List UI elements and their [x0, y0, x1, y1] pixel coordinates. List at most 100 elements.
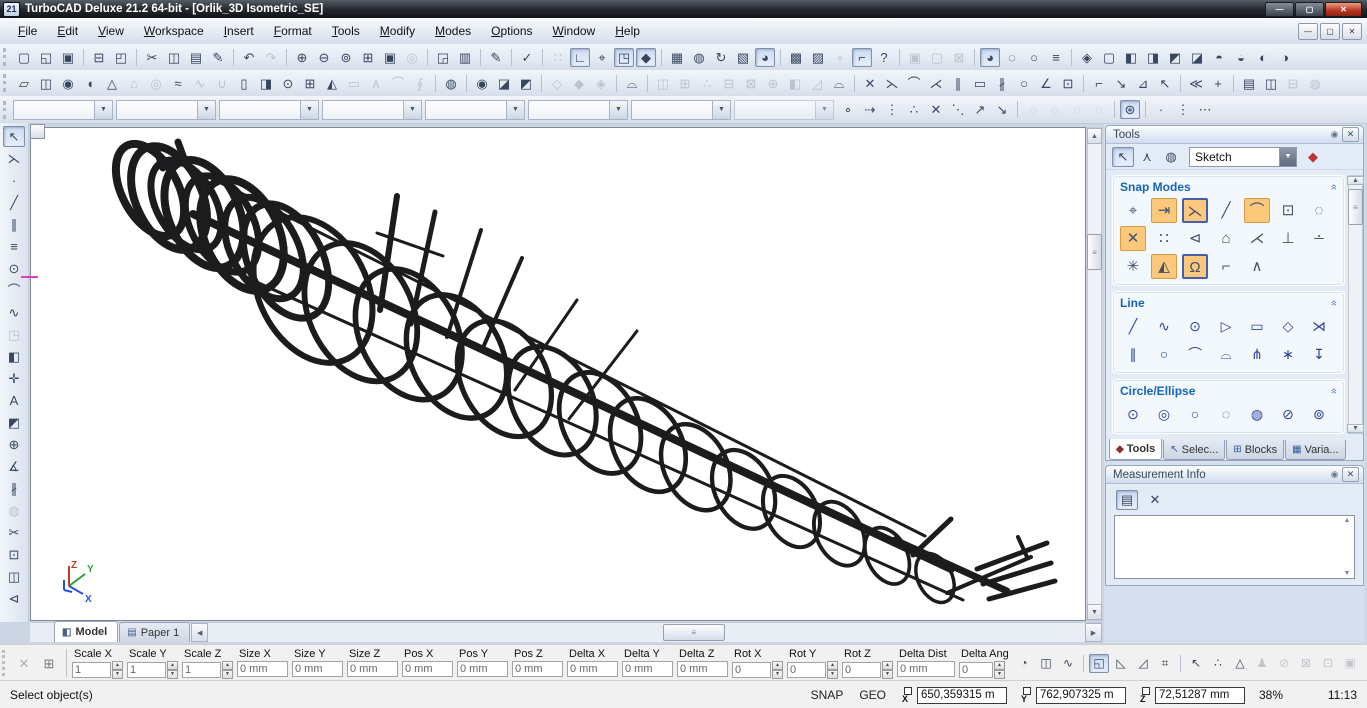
line-polyline-icon[interactable]: ∿ [1151, 314, 1177, 339]
select-back-icon[interactable]: ↖ [1186, 654, 1206, 673]
measurement-output[interactable]: ▲ ▼ [1114, 515, 1355, 579]
line-tangent-2arc-icon[interactable]: ⌓ [1213, 342, 1239, 367]
vertex-snap-icon[interactable]: ⇥ [1151, 198, 1177, 223]
style-manager-icon[interactable]: ◆ [1302, 147, 1324, 167]
cross-snap-icon[interactable]: + [1208, 74, 1228, 93]
line-circle-tangent-icon[interactable]: ⊙ [1182, 314, 1208, 339]
pyramid-icon[interactable]: ◭ [322, 74, 342, 93]
view-left-icon[interactable]: ◩ [1165, 48, 1185, 67]
minimize-button[interactable]: — [1265, 2, 1294, 17]
field-value[interactable]: 0 mm [512, 661, 563, 677]
line-normal-icon[interactable]: ↧ [1306, 342, 1332, 367]
arc-center-snap-icon[interactable]: ⌒ [1244, 198, 1270, 223]
double-line-icon[interactable]: ∦ [992, 74, 1012, 93]
image-trace-icon[interactable]: ▨ [808, 48, 828, 67]
select-tool[interactable]: ↖ [3, 126, 25, 147]
collapse-chevron-icon[interactable]: » [1328, 388, 1340, 394]
node-arrow-icon[interactable]: ↖ [1155, 74, 1175, 93]
ortho-snap-icon[interactable]: ✳ [1120, 254, 1146, 279]
pin-icon[interactable]: ◉ [1327, 128, 1342, 141]
wcs-icon[interactable]: ◱ [1089, 654, 1109, 673]
scroll-right-icon[interactable]: ▶ [1085, 623, 1102, 642]
inspector-grip[interactable] [2, 650, 8, 676]
wp-icon[interactable]: ◺ [1111, 654, 1131, 673]
quadrant-snap-icon[interactable]: ◌ [1306, 198, 1332, 223]
mdi-minimize-button[interactable]: — [1298, 23, 1318, 40]
render-hidden-line-icon[interactable]: ○ [1024, 48, 1044, 67]
tab-scroll-left-icon[interactable]: ◀ [191, 623, 208, 642]
view-right-icon[interactable]: ◪ [1187, 48, 1207, 67]
spinner[interactable]: ▲▼ [827, 661, 838, 679]
circle-edge-icon[interactable]: ⊚ [1306, 402, 1332, 427]
palette-scroll-thumb[interactable]: ≡ [1348, 189, 1363, 225]
zoom-center-tool[interactable]: ⊕ [3, 434, 25, 455]
facet-f-icon[interactable]: ⌗ [1155, 654, 1175, 673]
line-cross-icon[interactable]: ⋌ [926, 74, 946, 93]
multiline-tool[interactable]: ≡ [3, 236, 25, 257]
coordinate-x-value[interactable]: 650,359315 m [917, 687, 1007, 704]
orbit-icon[interactable]: ↻ [711, 48, 731, 67]
horizontal-scrollbar[interactable]: ≡ [208, 623, 1085, 642]
cut-icon[interactable]: ✂ [142, 48, 162, 67]
circle-fit-icon[interactable]: ○ [1014, 74, 1034, 93]
node-add-icon[interactable]: ⊿ [1133, 74, 1153, 93]
zoom-in-icon[interactable]: ⊕ [292, 48, 312, 67]
view-bottom-icon[interactable]: ◒ [1231, 48, 1251, 67]
toggle-snap[interactable]: SNAP [811, 688, 844, 702]
view-iso-ne-icon[interactable]: ◐ [1253, 48, 1273, 67]
print-preview-icon[interactable]: ◰ [111, 48, 131, 67]
sheet-tab-model[interactable]: ◧Model [54, 621, 118, 642]
field-value[interactable]: 1 [72, 662, 111, 678]
circle-center-radius-icon[interactable]: ⊙ [1120, 402, 1146, 427]
menu-workspace[interactable]: Workspace [134, 20, 214, 42]
sheet-tab-paper1[interactable]: ▤Paper 1 [119, 622, 190, 642]
zoom-window-icon[interactable]: ⊚ [336, 48, 356, 67]
node-move-icon[interactable]: ↘ [1111, 74, 1131, 93]
box-icon[interactable]: ▱ [14, 74, 34, 93]
property-combo-3[interactable]: ▼ [219, 100, 319, 120]
zoom-level[interactable]: 38% [1259, 688, 1311, 702]
arc-fit-icon[interactable]: ⌒ [904, 74, 924, 93]
intersection-snap-icon[interactable]: ✕ [1120, 226, 1146, 251]
field-value[interactable]: 0 [732, 662, 771, 678]
close-panel-icon[interactable]: ✕ [1342, 127, 1359, 142]
measurement-titlebar[interactable]: Measurement Info ◉ ✕ [1106, 466, 1363, 484]
field-value[interactable]: 0 mm [622, 661, 673, 677]
view-back-icon[interactable]: ◨ [1143, 48, 1163, 67]
menu-window[interactable]: Window [543, 20, 606, 42]
vertical-scrollbar[interactable]: ▲ ≡ ▼ [1087, 127, 1102, 621]
style-brush-icon[interactable]: ◆ [636, 48, 656, 67]
palette-tab-tools[interactable]: ◆Tools [1109, 439, 1162, 460]
workplane-snap-icon[interactable]: ⊡ [1275, 198, 1301, 223]
tangent-snap-icon[interactable]: ⋌ [1244, 226, 1270, 251]
scene-manager-icon[interactable]: ◍ [689, 48, 709, 67]
point-polar-icon[interactable]: ⋱ [948, 100, 968, 119]
brush-icon[interactable]: ✎ [208, 48, 228, 67]
save-icon[interactable]: ▣ [58, 48, 78, 67]
aperture-icon[interactable]: ⌖ [592, 48, 612, 67]
extrude-icon[interactable]: ≈ [168, 74, 188, 93]
dial-icon[interactable]: ◔ [1014, 654, 1034, 673]
field-value[interactable]: 0 mm [567, 661, 618, 677]
cone-icon[interactable]: △ [102, 74, 122, 93]
copy-object-icon[interactable]: ◫ [1261, 74, 1281, 93]
mdi-restore-button[interactable]: ▢ [1320, 23, 1340, 40]
t-meet-icon[interactable]: ⋋ [882, 74, 902, 93]
pen-down-icon[interactable]: ↘ [992, 100, 1012, 119]
parallel-offset-icon[interactable]: ∥ [948, 74, 968, 93]
line-tangent-circle-icon[interactable]: ○ [1151, 342, 1177, 367]
flag-snap-icon[interactable]: ⊲ [1182, 226, 1208, 251]
intersect-icon[interactable]: ◩ [516, 74, 536, 93]
property-combo-1[interactable]: ▼ [13, 100, 113, 120]
blend-icon[interactable]: ⌓ [829, 74, 849, 93]
node-edit-tool[interactable]: ⋋ [3, 148, 25, 169]
field-value[interactable]: 0 mm [347, 661, 398, 677]
trim-icon[interactable]: ✕ [860, 74, 880, 93]
pin-icon[interactable]: ◉ [1327, 468, 1342, 481]
text-tool[interactable]: A [3, 390, 25, 411]
trim-tool[interactable]: ∦ [3, 478, 25, 499]
grid-point-snap-icon[interactable]: ∷ [1151, 226, 1177, 251]
scroll-up-icon[interactable]: ▲ [1341, 517, 1353, 524]
render-icon[interactable]: ◕ [755, 48, 775, 67]
line-star-icon[interactable]: ∗ [1275, 342, 1301, 367]
